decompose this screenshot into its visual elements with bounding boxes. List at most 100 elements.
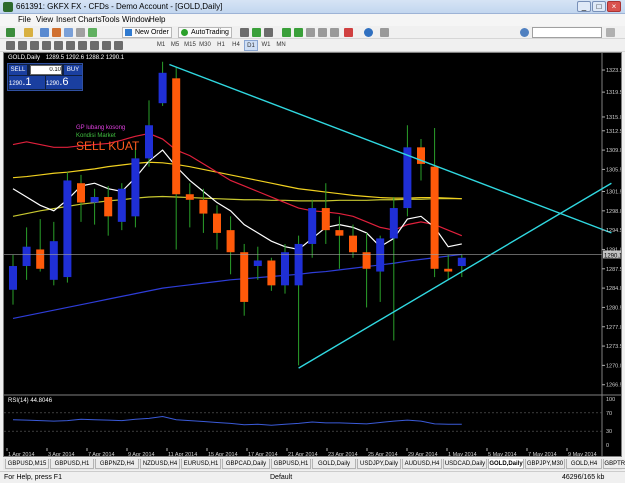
candle-body (240, 252, 249, 302)
autotrading-button[interactable]: AutoTrading (178, 27, 232, 38)
menu-insert[interactable]: Insert (56, 15, 76, 24)
date-tick-label: 1 Apr 2014 (8, 452, 35, 457)
arrows-icon[interactable] (114, 41, 123, 50)
menu-view[interactable]: View (36, 15, 53, 24)
community-icon[interactable] (520, 28, 529, 37)
price-tick-label: 1298.0 (606, 209, 622, 215)
timeframe-h4[interactable]: H4 (229, 40, 243, 51)
text-label-icon[interactable] (102, 41, 111, 50)
chart-tab[interactable]: NZDUSD,H4 (140, 459, 180, 469)
crosshair-icon[interactable] (18, 41, 27, 50)
navigator-icon[interactable] (64, 28, 73, 37)
autoscroll-icon[interactable] (318, 28, 327, 37)
chart-tab[interactable]: GBPUSD,H1 (271, 459, 311, 469)
buy-button[interactable]: BUY (64, 65, 82, 75)
timeframe-m5[interactable]: M5 (168, 40, 182, 51)
candle-body (90, 197, 99, 203)
chart-tab[interactable]: USDCAD,Daily (443, 459, 487, 469)
lot-size-input[interactable] (30, 65, 62, 75)
indicators-icon[interactable] (344, 28, 353, 37)
price-tick-label: 1266.5 (606, 383, 622, 389)
candle-body (213, 213, 221, 233)
candle-body (253, 260, 262, 267)
chart-tab[interactable]: GBPCAD,Daily (222, 459, 270, 469)
cursor-icon[interactable] (6, 41, 15, 50)
candle-body (281, 252, 289, 286)
menu-file[interactable]: File (18, 15, 31, 24)
status-traffic: 46296/165 kb (562, 474, 605, 481)
chart-window[interactable]: 1290.1 1323.5 1319.5 1315.0 1312.5 1309.0 1305… (3, 52, 622, 457)
price-tick-label: 1309.0 (606, 148, 622, 154)
sell-price-big: 1290 (9, 81, 23, 87)
text-tool-icon[interactable] (90, 41, 99, 50)
buy-price[interactable]: 1290.6 (46, 76, 82, 89)
bar-chart-icon[interactable] (240, 28, 249, 37)
new-order-button[interactable]: New Order (122, 27, 172, 38)
trendline-icon[interactable] (54, 41, 63, 50)
candle-body (389, 208, 398, 239)
timeframe-mn[interactable]: MN (274, 40, 288, 51)
date-tick-label: 11 Apr 2014 (168, 452, 197, 457)
tile-windows-icon[interactable] (306, 28, 315, 37)
tester-icon[interactable] (88, 28, 97, 37)
sell-button[interactable]: SELL (9, 65, 27, 75)
chart-tab[interactable]: GBPTRY,H4 (603, 459, 625, 469)
vertical-line-icon[interactable] (30, 41, 39, 50)
line-chart-icon[interactable] (264, 28, 273, 37)
one-click-panel: SELL BUY 1290.1 1290.6 (7, 63, 83, 91)
timeframe-m30[interactable]: M30 (198, 40, 212, 51)
date-tick-label: 25 Apr 2014 (368, 452, 398, 457)
horizontal-line-icon[interactable] (42, 41, 51, 50)
rsi-tick-label: 100 (606, 397, 615, 403)
price-tick-label: 1280.5 (606, 305, 622, 311)
chart-tab[interactable]: GOLD,Daily (488, 459, 524, 469)
menu-window[interactable]: Window (122, 15, 150, 24)
search-icon[interactable] (606, 28, 615, 37)
price-chart: 1290.11323.51319.51315.01312.51309.01305… (4, 53, 622, 457)
terminal-icon[interactable] (76, 28, 85, 37)
chart-tab[interactable]: GOLD,Daily (312, 459, 356, 469)
new-chart-icon[interactable] (6, 28, 15, 37)
timeframe-h1[interactable]: H1 (214, 40, 228, 51)
equidistant-channel-icon[interactable] (66, 41, 75, 50)
chart-tab[interactable]: EURUSD,H1 (181, 459, 221, 469)
chart-tab[interactable]: GBPNZD,H4 (95, 459, 139, 469)
chart-tab[interactable]: GBPUSD,M15 (5, 459, 49, 469)
minimize-button[interactable]: _ (577, 1, 591, 12)
new-order-label: New Order (135, 29, 169, 36)
search-input[interactable] (532, 27, 602, 38)
templates-icon[interactable] (380, 28, 389, 37)
fibonacci-icon[interactable] (78, 41, 87, 50)
date-tick-label: 29 Apr 2014 (408, 452, 438, 457)
upper-trendline (169, 63, 612, 234)
gp-annotation: GP lubang kosong (76, 125, 126, 131)
candlestick-icon[interactable] (252, 28, 261, 37)
zoom-in-icon[interactable] (282, 28, 291, 37)
candle-body (349, 235, 357, 253)
menu-charts[interactable]: Charts (78, 15, 102, 24)
maximize-button[interactable]: □ (592, 1, 606, 12)
menu-help[interactable]: Help (149, 15, 165, 24)
timeframe-m15[interactable]: M15 (183, 40, 197, 51)
chart-tab[interactable]: GBPJPY,M30 (525, 459, 565, 469)
menu-tools[interactable]: Tools (101, 15, 120, 24)
data-window-icon[interactable] (52, 28, 61, 37)
sell-price[interactable]: 1290.1 (9, 76, 45, 89)
chart-tab[interactable]: GBPUSD,H1 (50, 459, 94, 469)
menu-bar: File View Insert Charts Tools Window Hel… (0, 14, 625, 26)
chart-tab[interactable]: AUDUSD,H4 (402, 459, 442, 469)
timeframe-d1[interactable]: D1 (244, 40, 258, 51)
candle-body (335, 230, 344, 236)
chart-tab[interactable]: GOLD,H4 (566, 459, 602, 469)
periods-icon[interactable] (364, 28, 373, 37)
app-icon (3, 2, 13, 12)
timeframe-w1[interactable]: W1 (259, 40, 273, 51)
rsi-tick-label: 30 (606, 429, 612, 435)
zoom-out-icon[interactable] (294, 28, 303, 37)
close-button[interactable]: × (607, 1, 621, 12)
timeframe-m1[interactable]: M1 (154, 40, 168, 51)
chart-shift-icon[interactable] (330, 28, 339, 37)
market-watch-icon[interactable] (40, 28, 49, 37)
profiles-icon[interactable] (24, 28, 33, 37)
chart-tab[interactable]: USDJPY,Daily (357, 459, 401, 469)
